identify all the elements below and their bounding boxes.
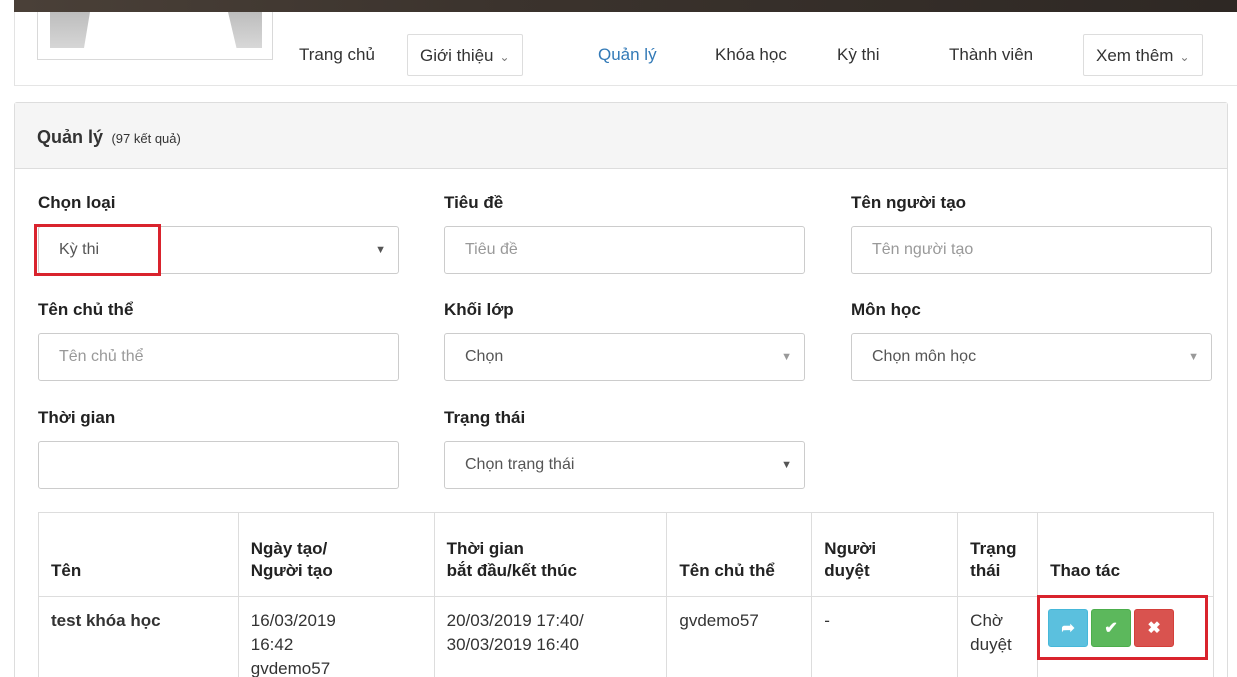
status-select-value: Chọn trạng thái — [465, 456, 575, 473]
col-owner[interactable]: Tên chủ thể — [666, 512, 813, 597]
table-header-row: Tên Ngày tạo/Người tạo Thời gian bắt đầu/… — [38, 512, 1214, 597]
col-status[interactable]: Trạng thái — [957, 512, 1039, 597]
cell-owner: gvdemo57 — [666, 596, 813, 677]
col-actions: Thao tác — [1037, 512, 1214, 597]
grade-select[interactable]: Chọn ▼ — [444, 333, 805, 381]
logo-shape-right — [228, 12, 262, 48]
col-created[interactable]: Ngày tạo/Người tạo — [237, 512, 435, 597]
status-select[interactable]: Chọn trạng thái ▼ — [444, 441, 805, 489]
time-input[interactable] — [38, 441, 399, 489]
title-label: Tiêu đề — [444, 193, 504, 212]
course-label: Môn học — [851, 300, 921, 319]
creator-input[interactable]: Tên người tạo — [851, 226, 1212, 274]
panel-title: Quản lý — [37, 127, 104, 147]
title-input[interactable]: Tiêu đề — [444, 226, 805, 274]
nav-about[interactable]: Giới thiệu ⌄ — [407, 34, 523, 76]
nav-about-label: Giới thiệu — [420, 46, 494, 65]
panel-heading: Quản lý (97 kết quả) — [15, 103, 1227, 169]
highlight-actions — [1037, 595, 1208, 660]
site-header: Trang chủ Giới thiệu ⌄ Quản lý Khóa học K… — [14, 12, 1237, 86]
chevron-down-icon: ⌄ — [499, 50, 510, 64]
col-name[interactable]: Tên — [38, 512, 239, 597]
nav-members[interactable]: Thành viên — [949, 34, 1033, 76]
type-label: Chọn loại — [38, 193, 116, 212]
nav-exams[interactable]: Kỳ thi — [837, 34, 880, 76]
course-select[interactable]: Chọn môn học ▼ — [851, 333, 1212, 381]
cell-reviewer: - — [811, 596, 959, 677]
site-logo[interactable] — [37, 12, 273, 60]
result-count: (97 kết quả) — [111, 131, 181, 146]
cell-created: 16/03/2019 16:42 gvdemo57 — [237, 596, 435, 677]
owner-label: Tên chủ thể — [38, 300, 134, 319]
course-select-value: Chọn môn học — [872, 348, 977, 365]
time-label: Thời gian — [38, 408, 116, 427]
cell-time: 20/03/2019 17:40/30/03/2019 16:40 — [433, 596, 668, 677]
nav-courses[interactable]: Khóa học — [715, 34, 787, 76]
status-label: Trạng thái — [444, 408, 526, 427]
caret-down-icon: ▼ — [375, 244, 386, 256]
col-reviewer[interactable]: Người duyệt — [811, 512, 959, 597]
caret-down-icon: ▼ — [781, 351, 792, 363]
caret-down-icon: ▼ — [781, 459, 792, 471]
caret-down-icon: ▼ — [1188, 351, 1199, 363]
nav-home[interactable]: Trang chủ — [299, 34, 375, 76]
highlight-type-select — [34, 224, 161, 276]
nav-more[interactable]: Xem thêm ⌄ — [1083, 34, 1203, 76]
owner-input[interactable]: Tên chủ thể — [38, 333, 399, 381]
cell-name[interactable]: test khóa học — [38, 596, 239, 677]
creator-label: Tên người tạo — [851, 193, 967, 212]
logo-shape-left — [50, 12, 90, 48]
cell-status: Chờ duyệt — [957, 596, 1039, 677]
grade-label: Khối lớp — [444, 300, 514, 319]
col-time[interactable]: Thời gian bắt đầu/kết thúc — [433, 512, 668, 597]
grade-select-value: Chọn — [465, 348, 504, 365]
nav-manage[interactable]: Quản lý — [598, 34, 657, 76]
chevron-down-icon: ⌄ — [1179, 50, 1190, 64]
nav-more-label: Xem thêm — [1096, 46, 1174, 65]
top-banner-strip — [14, 0, 1237, 12]
